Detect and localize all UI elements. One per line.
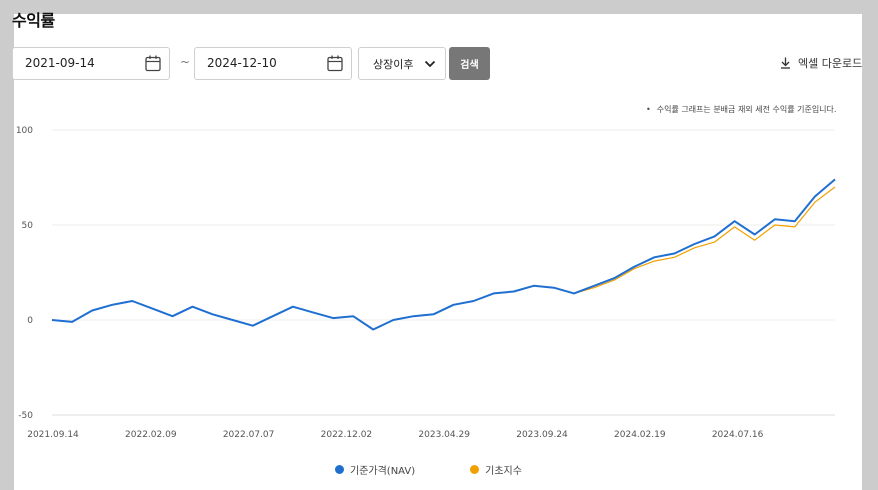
legend-item-base[interactable]: 기초지수	[470, 462, 522, 477]
legend-label-base: 기초지수	[485, 466, 522, 477]
legend-item-nav[interactable]: 기준가격(NAV)	[335, 462, 415, 477]
x-tick-label: 2024.02.19	[614, 430, 666, 440]
series-line-nav	[51, 178, 836, 331]
x-tick-label: 2023.04.29	[418, 430, 470, 440]
x-tick-label: 2022.07.07	[223, 430, 275, 440]
y-tick-label: 0	[27, 316, 33, 326]
y-tick-label: 50	[22, 221, 34, 231]
x-tick-label: 2022.02.09	[125, 430, 177, 440]
legend-swatch-base	[470, 465, 480, 474]
legend-swatch-nav	[335, 465, 344, 474]
series-line-base	[51, 186, 836, 331]
y-tick-label: -50	[18, 411, 33, 421]
x-tick-label: 2024.07.16	[712, 430, 764, 440]
chart-legend: 기준가격(NAV) 기초지수	[335, 462, 577, 477]
x-tick-label: 2021.09.14	[27, 430, 79, 440]
y-tick-label: 100	[16, 126, 33, 136]
x-tick-label: 2022.12.02	[321, 430, 373, 440]
legend-label-nav: 기준가격(NAV)	[350, 466, 416, 477]
return-chart: 100 50 0 -50 2021.09.14 2022.02.09 2022.07.07 2…	[16, 126, 836, 440]
x-tick-label: 2023.09.24	[516, 430, 568, 440]
